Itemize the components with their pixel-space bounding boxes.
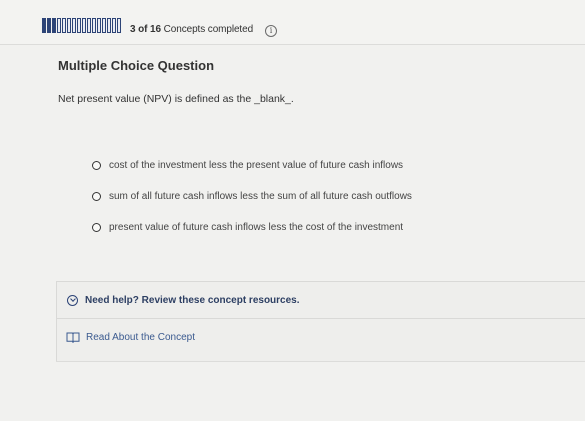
answer-option-1[interactable]: cost of the investment less the present … [92,156,412,175]
progress-segment-remaining [57,18,61,33]
need-help-toggle[interactable]: Need help? Review these concept resource… [57,282,585,319]
progress-count: 3 of 16 [130,24,161,35]
chevron-down-circle-icon [67,294,78,306]
progress-segment-completed [42,18,46,33]
progress-segment-remaining [97,18,101,33]
progress-segment-remaining [77,18,81,33]
concept-resources-panel: Need help? Review these concept resource… [56,281,585,362]
progress-label: Concepts completed [163,24,254,35]
book-icon [66,332,80,343]
progress-segment-remaining [62,18,66,33]
progress-segment-remaining [87,18,91,33]
answer-option-3[interactable]: present value of future cash inflows les… [92,218,412,237]
progress-segment-remaining [72,18,76,33]
answer-option-label: cost of the investment less the present … [109,160,404,171]
radio-button[interactable] [92,192,101,201]
answer-option-label: sum of all future cash inflows less the … [109,191,412,202]
answer-options: cost of the investment less the present … [92,156,412,249]
progress-segment-remaining [82,18,86,33]
need-help-label: Need help? Review these concept resource… [85,294,300,306]
question-type-heading: Multiple Choice Question [58,58,215,73]
radio-button[interactable] [92,223,101,232]
progress-segment-remaining [112,18,116,33]
progress-text: 3 of 16 Concepts completed [130,24,253,35]
answer-option-label: present value of future cash inflows les… [109,222,404,233]
progress-bar [42,18,121,33]
progress-segment-remaining [92,18,96,33]
progress-segment-remaining [107,18,111,33]
divider [56,361,585,362]
radio-button[interactable] [92,161,101,170]
top-bar: 3 of 16 Concepts completed i [0,0,585,45]
progress-segment-completed [47,18,51,33]
info-icon[interactable]: i [265,25,277,37]
answer-option-2[interactable]: sum of all future cash inflows less the … [92,187,412,206]
read-about-concept-link[interactable]: Read About the Concept [57,319,585,355]
question-prompt: Net present value (NPV) is defined as th… [58,93,294,105]
progress-segment-remaining [102,18,106,33]
progress-segment-completed [52,18,56,33]
progress-segment-remaining [67,18,71,33]
read-about-concept-label: Read About the Concept [86,331,195,343]
progress-segment-remaining [117,18,121,33]
